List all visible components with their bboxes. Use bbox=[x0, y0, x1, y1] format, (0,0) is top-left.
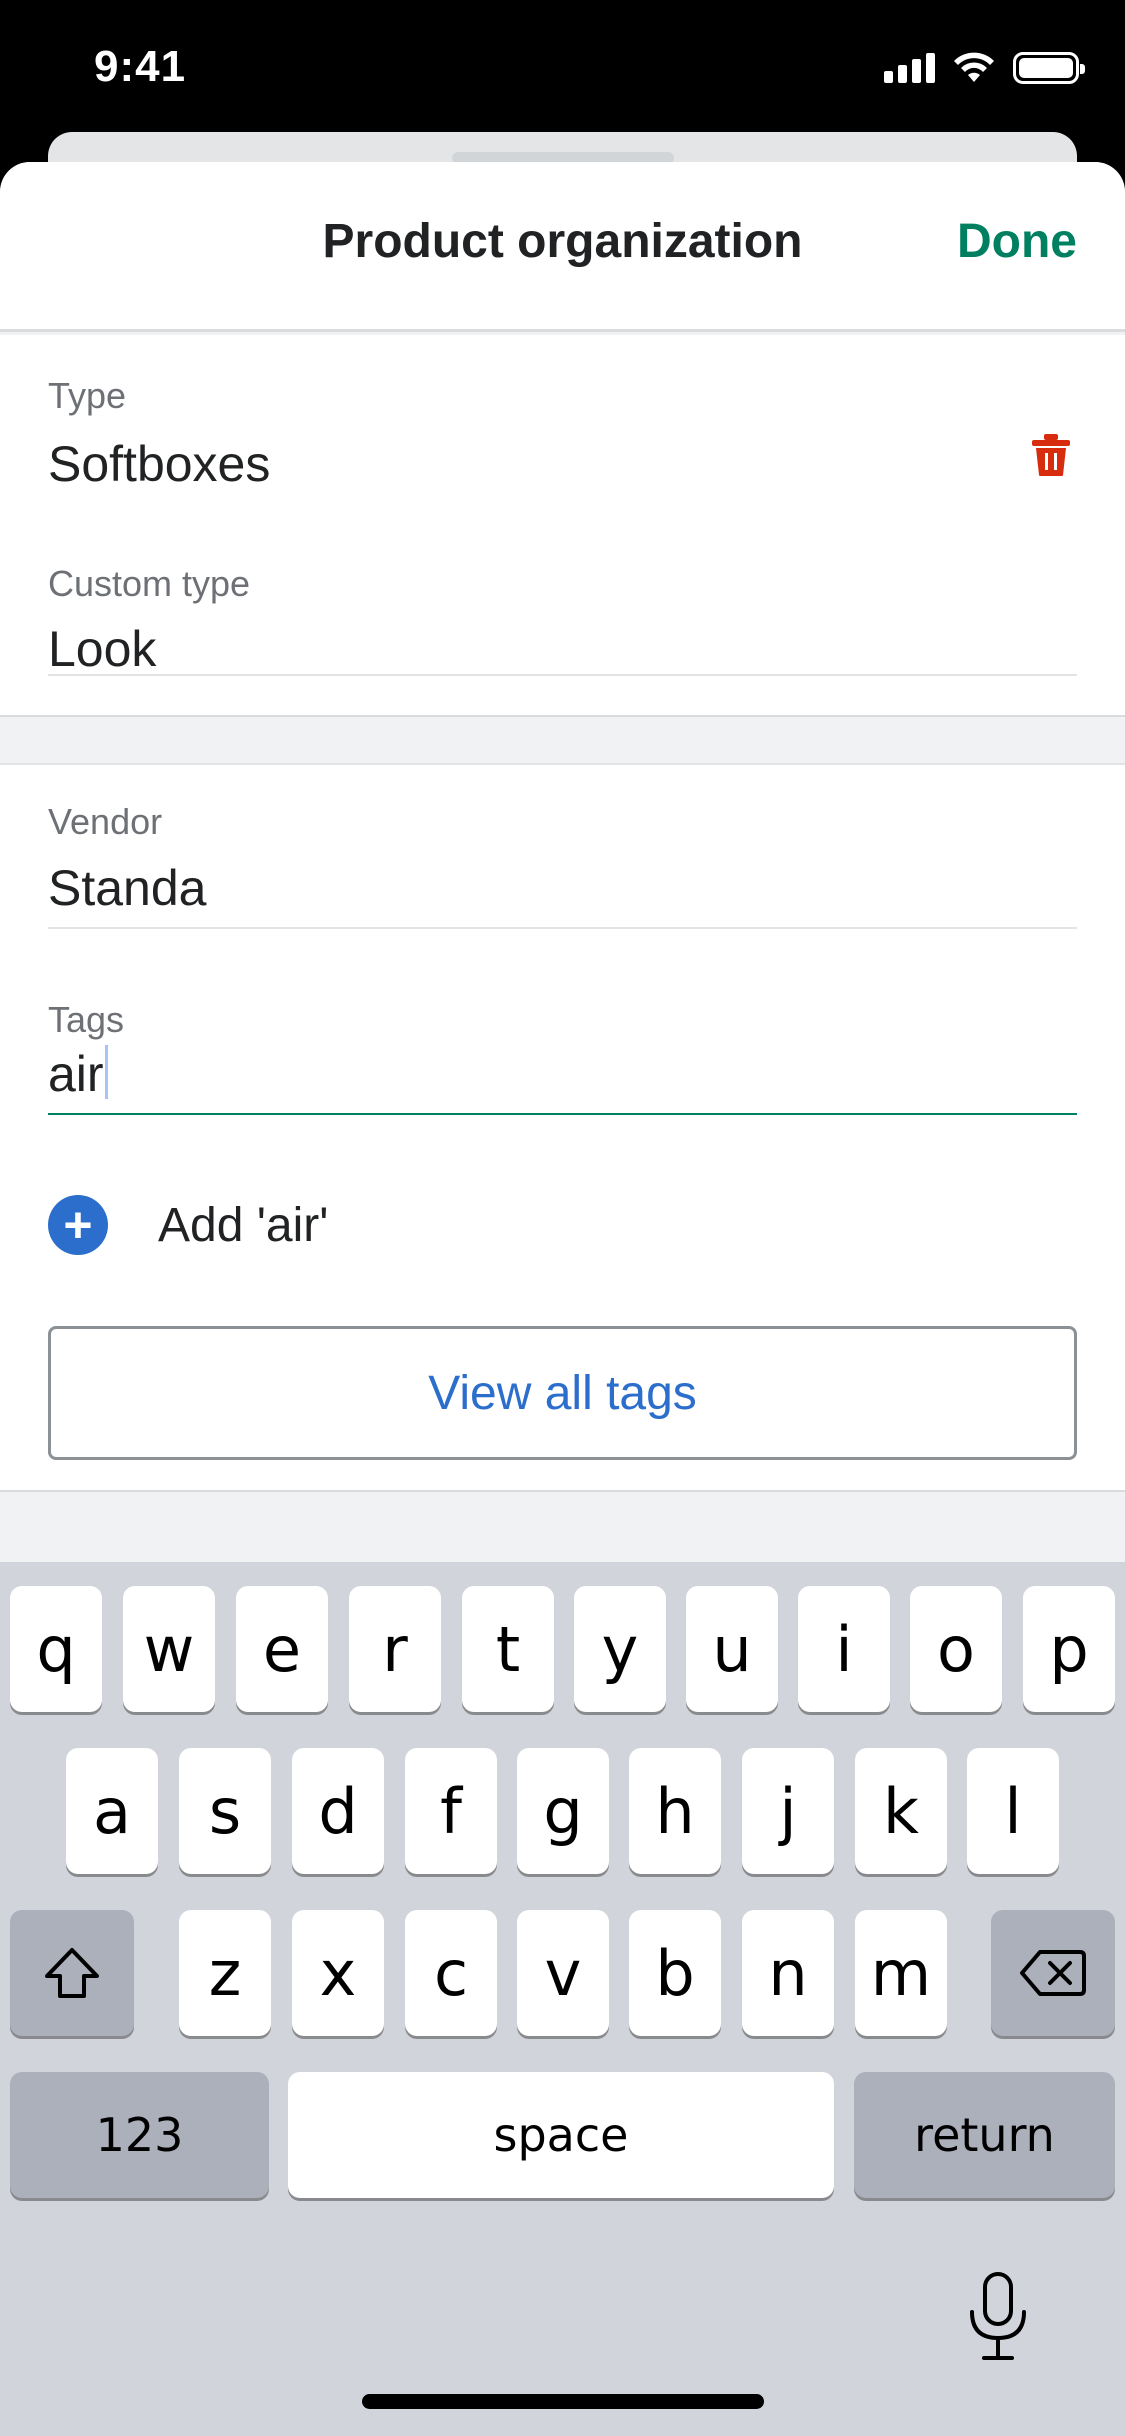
key-z[interactable]: z bbox=[179, 1910, 271, 2036]
key-y[interactable]: y bbox=[574, 1586, 666, 1712]
custom-type-field[interactable]: Look bbox=[48, 620, 156, 678]
type-section: Type Softboxes Custom type Look bbox=[0, 335, 1125, 841]
vendor-label: Vendor bbox=[48, 801, 163, 842]
delete-key[interactable] bbox=[991, 1910, 1115, 2036]
plus-circle-icon: + bbox=[48, 1195, 108, 1255]
view-all-tags-button[interactable]: View all tags bbox=[48, 1326, 1077, 1460]
key-t[interactable]: t bbox=[462, 1586, 554, 1712]
status-icons bbox=[884, 52, 1085, 84]
cellular-signal-icon bbox=[884, 53, 935, 83]
key-e[interactable]: e bbox=[236, 1586, 328, 1712]
delete-icon bbox=[1020, 1950, 1086, 1996]
add-tag-button[interactable]: + Add 'air' bbox=[48, 1195, 328, 1255]
key-x[interactable]: x bbox=[292, 1910, 384, 2036]
key-f[interactable]: f bbox=[405, 1748, 497, 1874]
status-time: 9:41 bbox=[94, 42, 187, 91]
key-w[interactable]: w bbox=[123, 1586, 215, 1712]
vendor-divider bbox=[48, 927, 1077, 929]
key-q[interactable]: q bbox=[10, 1586, 102, 1712]
type-label: Type bbox=[48, 375, 127, 416]
key-g[interactable]: g bbox=[517, 1748, 609, 1874]
add-tag-label: Add 'air' bbox=[158, 1198, 329, 1252]
key-a[interactable]: a bbox=[66, 1748, 158, 1874]
tags-input[interactable]: air bbox=[48, 1045, 1077, 1115]
key-c[interactable]: c bbox=[405, 1910, 497, 2036]
keyboard: q w e r t y u i o p a s d f g h j k l z … bbox=[0, 1562, 1125, 2436]
microphone-icon[interactable] bbox=[966, 2272, 1030, 2362]
shift-icon bbox=[45, 1948, 99, 1998]
key-m[interactable]: m bbox=[855, 1910, 947, 2036]
key-k[interactable]: k bbox=[855, 1748, 947, 1874]
text-caret bbox=[104, 1045, 108, 1099]
battery-icon bbox=[1013, 52, 1085, 84]
key-r[interactable]: r bbox=[349, 1586, 441, 1712]
key-h[interactable]: h bbox=[629, 1748, 721, 1874]
key-v[interactable]: v bbox=[517, 1910, 609, 2036]
done-button[interactable]: Done bbox=[957, 214, 1077, 269]
vendor-tags-section: Vendor Standa Tags air + Add 'air' View … bbox=[0, 763, 1125, 1490]
key-b[interactable]: b bbox=[629, 1910, 721, 2036]
key-j[interactable]: j bbox=[742, 1748, 834, 1874]
key-n[interactable]: n bbox=[742, 1910, 834, 2036]
wifi-icon bbox=[954, 52, 994, 82]
key-i[interactable]: i bbox=[798, 1586, 890, 1712]
key-d[interactable]: d bbox=[292, 1748, 384, 1874]
type-field[interactable]: Softboxes bbox=[48, 435, 270, 493]
home-indicator bbox=[362, 2394, 764, 2409]
status-bar: 9:41 bbox=[0, 0, 1125, 132]
key-p[interactable]: p bbox=[1023, 1586, 1115, 1712]
key-u[interactable]: u bbox=[686, 1586, 778, 1712]
vendor-field[interactable]: Standa bbox=[48, 859, 206, 917]
key-s[interactable]: s bbox=[179, 1748, 271, 1874]
custom-type-label: Custom type bbox=[48, 563, 251, 604]
tags-input-value: air bbox=[48, 1046, 104, 1102]
space-key[interactable]: space bbox=[288, 2072, 834, 2198]
tags-label: Tags bbox=[48, 999, 125, 1040]
key-o[interactable]: o bbox=[910, 1586, 1002, 1712]
type-divider bbox=[48, 674, 1077, 676]
trash-icon[interactable] bbox=[1031, 433, 1071, 477]
sheet-header: Product organization Done bbox=[0, 162, 1125, 332]
return-key[interactable]: return bbox=[854, 2072, 1115, 2198]
numbers-key[interactable]: 123 bbox=[10, 2072, 269, 2198]
key-l[interactable]: l bbox=[967, 1748, 1059, 1874]
shift-key[interactable] bbox=[10, 1910, 134, 2036]
